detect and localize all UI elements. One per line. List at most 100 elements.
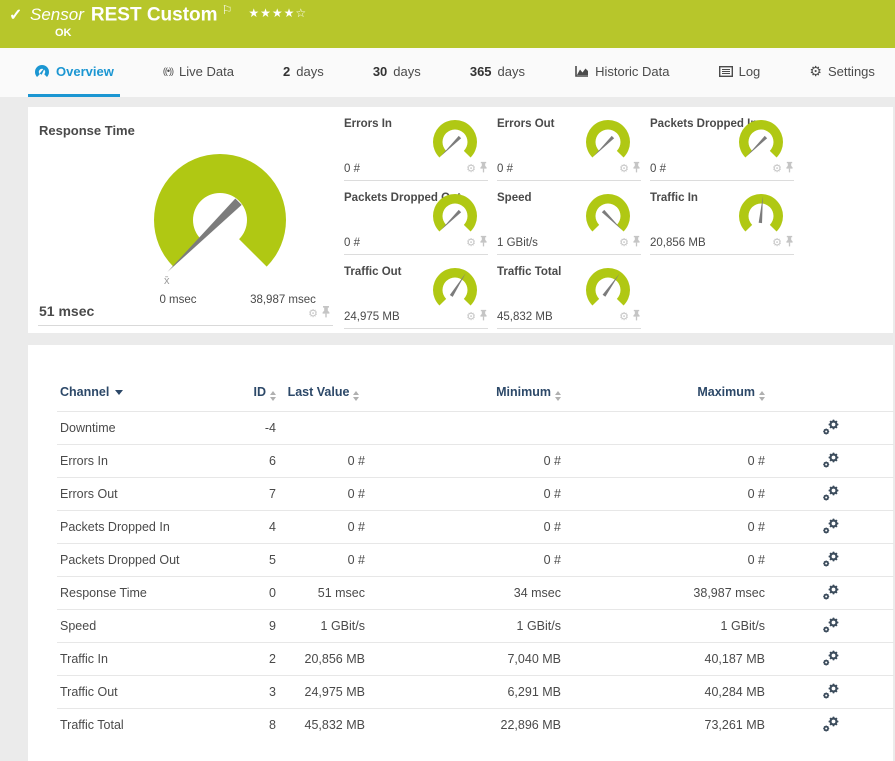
channel-cell: Speed xyxy=(57,610,233,643)
settings-cell xyxy=(768,643,894,676)
maximum-cell: 40,187 MB xyxy=(564,643,768,676)
table-row-traffic-out: Traffic Out324,975 MB6,291 MB40,284 MB xyxy=(57,676,894,709)
pin-icon[interactable] xyxy=(785,160,794,178)
pin-icon[interactable] xyxy=(632,234,641,252)
gauge-settings-icon[interactable]: ⚙ xyxy=(619,238,629,249)
pin-icon[interactable] xyxy=(632,160,641,178)
id-cell: 8 xyxy=(233,709,279,742)
gauge-panel-speed: Speed1 GBit/s⚙ xyxy=(497,189,641,255)
minimum-cell: 0 # xyxy=(368,445,564,478)
tab-historic-data[interactable]: Historic Data xyxy=(568,48,675,97)
gauge-actions: ⚙ xyxy=(619,308,641,326)
gauge-actions: ⚙ xyxy=(466,234,488,252)
id-cell: -4 xyxy=(233,412,279,445)
pin-icon[interactable] xyxy=(479,234,488,252)
col-header-minimum[interactable]: Minimum xyxy=(368,373,564,412)
maximum-cell: 0 # xyxy=(564,544,768,577)
channel-settings-icon[interactable] xyxy=(822,518,840,535)
channel-settings-icon[interactable] xyxy=(822,584,840,601)
gauge-panel-traffic-total: Traffic Total 45,832 MB ⚙ xyxy=(497,263,641,329)
channel-cell: Response Time xyxy=(57,577,233,610)
table-row-packets-dropped-in: Packets Dropped In40 #0 #0 # xyxy=(57,511,894,544)
tab-2-days[interactable]: 2days xyxy=(277,48,330,97)
gauge-panel-errors-out: Errors Out0 #⚙ xyxy=(497,115,641,181)
minimum-cell: 7,040 MB xyxy=(368,643,564,676)
gauge-panel-packets-dropped-in: Packets Dropped In0 #⚙ xyxy=(650,115,794,181)
last-value-cell: 51 msec xyxy=(279,577,368,610)
col-header-channel[interactable]: Channel xyxy=(57,373,233,412)
flag-icon[interactable]: ⚐ xyxy=(222,3,233,17)
gauge-settings-icon[interactable]: ⚙ xyxy=(772,164,782,175)
last-value-cell: 20,856 MB xyxy=(279,643,368,676)
tab-log[interactable]: Log xyxy=(713,48,767,97)
gauge-settings-icon[interactable]: ⚙ xyxy=(466,238,476,249)
table-header-row: Channel ID Last Value Minimum Maximum xyxy=(57,373,894,412)
last-value-cell: 45,832 MB xyxy=(279,709,368,742)
gauge-settings-icon[interactable]: ⚙ xyxy=(466,312,476,323)
table-row-traffic-in: Traffic In220,856 MB7,040 MB40,187 MB xyxy=(57,643,894,676)
settings-cell xyxy=(768,412,894,445)
priority-star-empty[interactable]: ☆ xyxy=(295,6,307,20)
tab-365-days[interactable]: 365days xyxy=(464,48,531,97)
gauge-actions: ⚙ xyxy=(619,234,641,252)
sort-desc-icon xyxy=(115,390,123,395)
pin-icon[interactable] xyxy=(632,308,641,326)
maximum-cell: 0 # xyxy=(564,445,768,478)
priority-stars-filled[interactable]: ★★★★ xyxy=(248,6,295,20)
channel-settings-icon[interactable] xyxy=(822,551,840,568)
maximum-cell: 1 GBit/s xyxy=(564,610,768,643)
channel-settings-icon[interactable] xyxy=(822,485,840,502)
col-header-id[interactable]: ID xyxy=(233,373,279,412)
pin-icon[interactable] xyxy=(479,160,488,178)
tab-30-days[interactable]: 30days xyxy=(367,48,427,97)
tab-settings[interactable]: ⚙ Settings xyxy=(803,48,881,97)
response-time-gauge-dial xyxy=(98,130,313,295)
channel-cell: Packets Dropped Out xyxy=(57,544,233,577)
maximum-cell: 73,261 MB xyxy=(564,709,768,742)
channel-settings-icon[interactable] xyxy=(822,716,840,733)
last-value-cell xyxy=(279,412,368,445)
gauge-value: 51 msec xyxy=(39,303,94,319)
channel-settings-icon[interactable] xyxy=(822,650,840,667)
settings-cell xyxy=(768,511,894,544)
gauge-settings-icon[interactable]: ⚙ xyxy=(619,164,629,175)
channel-settings-icon[interactable] xyxy=(822,419,840,436)
pin-icon[interactable] xyxy=(785,234,794,252)
tab-live-data[interactable]: ((•)) Live Data xyxy=(157,48,240,97)
gauge-settings-icon[interactable]: ⚙ xyxy=(772,238,782,249)
last-value-cell: 0 # xyxy=(279,445,368,478)
minimum-cell: 0 # xyxy=(368,478,564,511)
gauge-settings-icon[interactable]: ⚙ xyxy=(619,312,629,323)
pin-icon[interactable] xyxy=(321,305,331,323)
table-row-response-time: Response Time051 msec34 msec38,987 msec xyxy=(57,577,894,610)
table-row-traffic-total: Traffic Total845,832 MB22,896 MB73,261 M… xyxy=(57,709,894,742)
channel-settings-icon[interactable] xyxy=(822,683,840,700)
gauge-title: Errors Out xyxy=(497,118,555,130)
gauge-title: Traffic Total xyxy=(497,266,561,278)
gauge-panel-response-time: Response Time x̄ 0 msec 38,987 msec 51 m… xyxy=(38,115,333,326)
maximum-cell xyxy=(564,412,768,445)
channel-settings-icon[interactable] xyxy=(822,452,840,469)
col-header-last-value[interactable]: Last Value xyxy=(279,373,368,412)
gauge-value: 45,832 MB xyxy=(497,311,553,323)
settings-cell xyxy=(768,577,894,610)
table-row-errors-out: Errors Out70 #0 #0 # xyxy=(57,478,894,511)
settings-cell xyxy=(768,478,894,511)
col-header-maximum[interactable]: Maximum xyxy=(564,373,768,412)
minimum-cell: 0 # xyxy=(368,511,564,544)
last-value-cell: 1 GBit/s xyxy=(279,610,368,643)
gauge-actions: ⚙ xyxy=(466,160,488,178)
channel-cell: Traffic Total xyxy=(57,709,233,742)
maximum-cell: 40,284 MB xyxy=(564,676,768,709)
gauge-settings-icon[interactable]: ⚙ xyxy=(308,309,318,320)
channel-cell: Traffic In xyxy=(57,643,233,676)
last-value-cell: 0 # xyxy=(279,478,368,511)
sort-icon xyxy=(555,391,561,401)
channel-settings-icon[interactable] xyxy=(822,617,840,634)
minimum-cell: 22,896 MB xyxy=(368,709,564,742)
tab-overview[interactable]: Overview xyxy=(28,48,120,97)
settings-cell xyxy=(768,445,894,478)
gauge-settings-icon[interactable]: ⚙ xyxy=(466,164,476,175)
pin-icon[interactable] xyxy=(479,308,488,326)
gauge-value: 0 # xyxy=(650,163,666,175)
